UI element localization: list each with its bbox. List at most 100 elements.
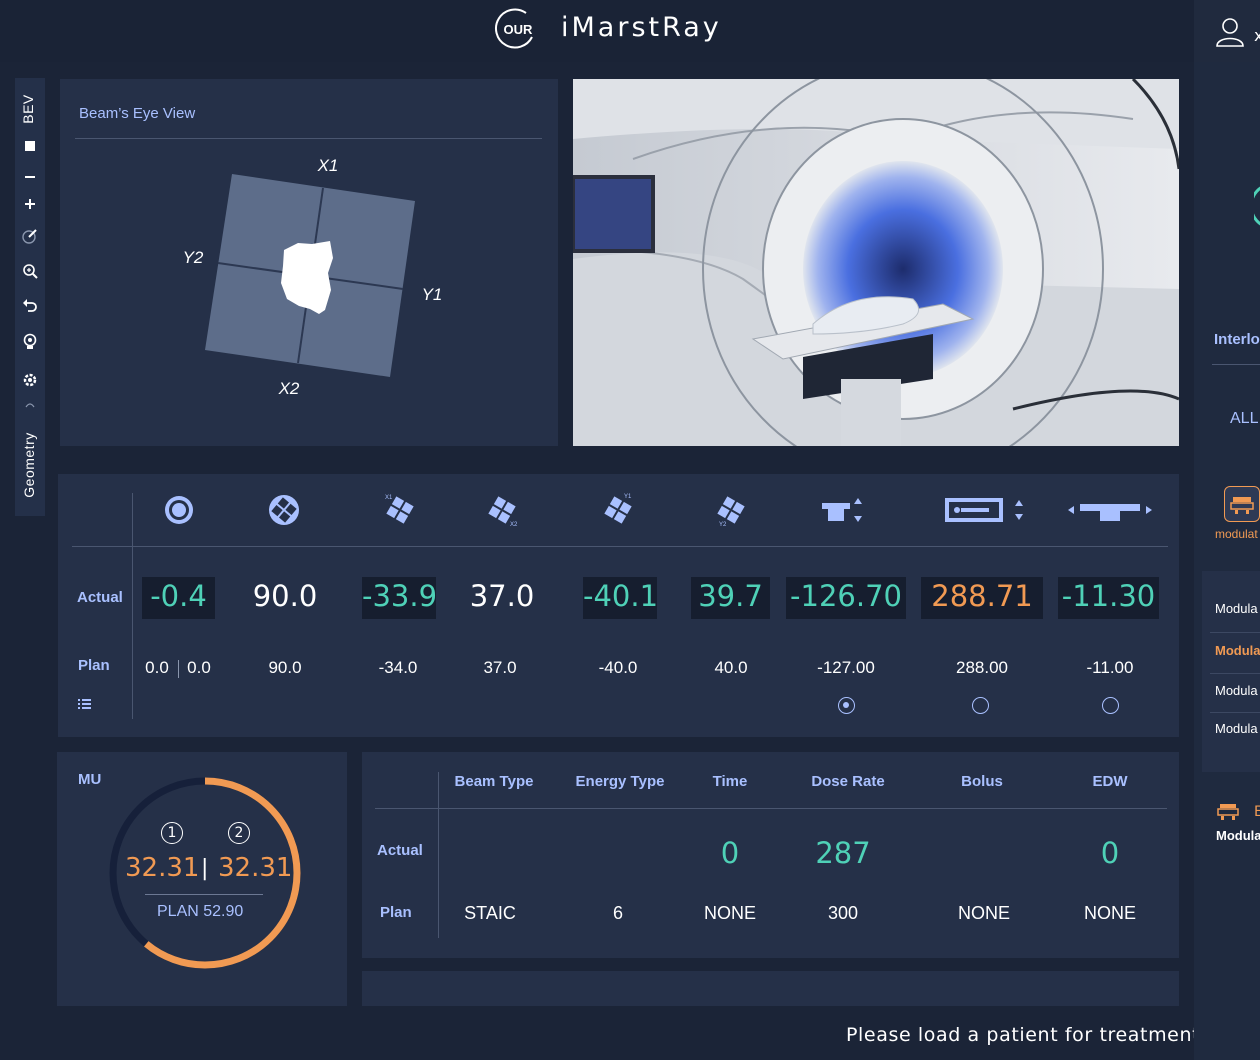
collimator-actual: 90.0 [252,579,318,613]
jaw-y1-actual: -40.1 [583,579,659,613]
geometry-row-plan: Plan [78,657,110,674]
beam-divider-horizontal [375,808,1167,809]
geometry-divider-horizontal [72,546,1168,547]
svg-text:X1: X1 [385,495,393,501]
modulator-list-separator [1210,673,1260,674]
mu-title: MU [78,771,102,788]
stop-icon[interactable] [24,140,36,152]
beam-plan-bolus: NONE [957,903,1010,923]
jaw-y1-icon: Y1 [604,494,632,524]
beam-actual-dose-rate: 287 [815,836,871,870]
svg-text:Y1: Y1 [624,494,632,500]
collimator-plan: 90.0 [268,658,302,677]
jaw-x2-icon: X2 [488,496,518,528]
beam-header-dose-rate: Dose Rate [811,773,885,790]
tab-bev[interactable]: BEV [20,89,38,129]
jaw-x2-plan: 37.0 [483,658,517,677]
mu-separator: | [201,856,209,881]
minus-icon[interactable] [24,171,36,183]
room-camera-view [573,79,1179,446]
gantry-plan: 0.0 [145,658,169,677]
gear-icon[interactable] [22,372,38,388]
treatment-room-image [573,79,1179,446]
beam-actual-time: 0 [720,836,740,870]
user-icon[interactable] [1214,16,1246,48]
couch-vertical-radio[interactable] [838,697,855,714]
bev-divider [75,138,542,139]
mu-plan-label: PLAN [157,903,199,920]
mu-plan: PLAN 52.90 [157,903,243,921]
jaw-y2-actual: 39.7 [698,579,763,613]
light-bulb-icon[interactable] [22,333,38,351]
jaw-y1-plan: -40.0 [598,658,638,677]
app-logo: OUR [495,8,534,49]
zoom-icon[interactable] [22,263,38,279]
beam-plan-dose-rate: 300 [827,903,859,923]
interlock-title: Interlo [1214,331,1260,348]
modulator-list-item-3[interactable]: Modula [1215,683,1258,698]
collimator-icon [269,495,299,525]
mu-value-1: 32.31 [125,853,200,883]
svg-text:Y2: Y2 [719,522,727,528]
bev-view[interactable]: X1 X2 Y1 Y2 [160,140,460,410]
couch-vertical-icon [822,498,862,522]
bev-label-x2: X2 [278,379,300,398]
modulator-secondary-letter: E [1254,804,1260,820]
edit-icon[interactable] [22,228,38,244]
user-name: x [1254,26,1260,45]
jaw-x2-actual: 37.0 [469,579,535,613]
jaw-y2-icon: Y2 [717,496,745,528]
beam-header-time: Time [712,773,748,790]
right-side-panel [1194,62,1260,1060]
beam-plan-edw: NONE [1083,903,1136,923]
modulator-secondary-label: Modula [1216,828,1260,843]
couch-longitudinal-radio[interactable] [972,697,989,714]
beam-header-beam-type: Beam Type [454,773,534,790]
couch-longitudinal-plan: 288.00 [956,658,1008,677]
beam-plan-time: NONE [703,903,756,923]
status-ring-icon [1254,186,1260,226]
jaw-x1-plan: -34.0 [378,658,418,677]
couch-lateral-actual: -11.30 [1061,579,1156,613]
beam-row-actual: Actual [377,842,423,859]
logo-text: OUR [504,22,534,37]
jaw-y2-plan: 40.0 [714,658,748,677]
status-message: Please load a patient for treatment [846,1024,1201,1046]
modulator-list-separator [1210,712,1260,713]
couch-longitudinal-actual: 288.71 [931,579,1033,613]
interlock-filter-all[interactable]: ALL [1230,410,1258,428]
mu-plan-value: 52.90 [203,903,244,920]
modulator-list-item-1[interactable]: Modula [1215,601,1258,616]
modulator-secondary-icon[interactable] [1216,802,1242,820]
couch-lateral-plan: -11.00 [1086,658,1134,677]
gantry-plan-separator [178,660,179,678]
left-toolbar: BEV Geometry [15,78,45,516]
svg-text:X2: X2 [510,522,518,528]
beam-row-plan: Plan [380,904,412,921]
beam-plan-energy-type: 6 [612,903,623,923]
modulator-active-label: modulat [1215,527,1258,541]
list-icon[interactable] [78,698,92,710]
beam-header-bolus: Bolus [961,773,1003,790]
modulator-list-item-4[interactable]: Modula [1215,721,1258,736]
bottom-info-bar [362,971,1179,1006]
jaw-x1-icon: X1 [385,495,414,524]
couch-lateral-icon [1068,504,1152,521]
plus-icon[interactable] [24,198,36,210]
geometry-divider-vertical [132,493,133,719]
chevron-icon[interactable] [24,400,36,410]
couch-vertical-actual: -126.70 [790,579,902,613]
mu-channel-1: 1 [161,822,183,844]
couch-longitudinal-icon [945,498,1023,522]
beam-plan-beam-type: STAIC [464,903,516,923]
beam-header-energy-type: Energy Type [575,773,665,790]
interlock-divider [1212,364,1260,365]
undo-icon[interactable] [22,297,38,313]
beam-header-edw: EDW [1092,773,1128,790]
modulator-active-button[interactable] [1224,486,1260,522]
tab-geometry[interactable]: Geometry [21,428,39,502]
modulator-list-item-2[interactable]: Modula [1215,643,1260,658]
beam-divider-vertical [438,772,439,938]
bev-label-x1: X1 [317,156,339,175]
couch-lateral-radio[interactable] [1102,697,1119,714]
